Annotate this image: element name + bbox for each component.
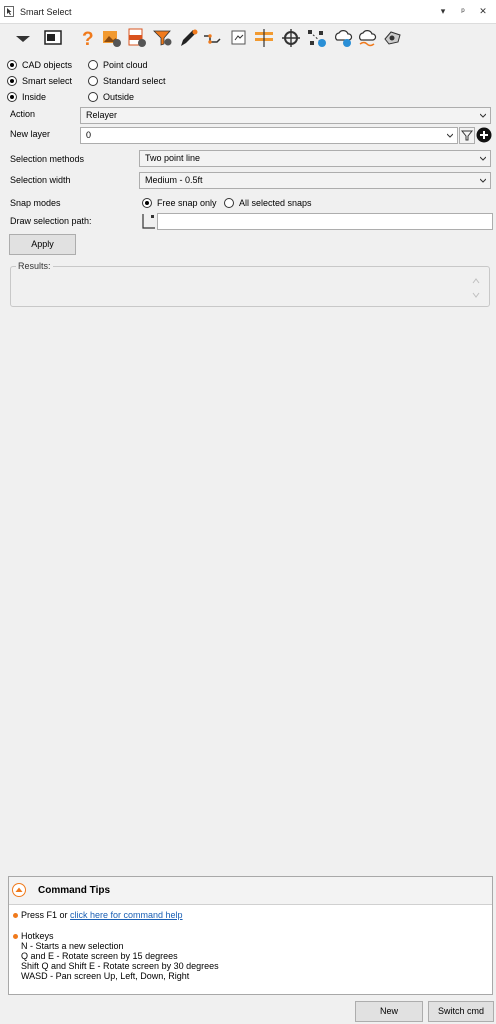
app-icon <box>4 6 14 17</box>
command-help-link[interactable]: click here for command help <box>70 910 183 920</box>
target-icon[interactable] <box>280 27 302 49</box>
radio-outside[interactable]: Outside <box>88 90 134 104</box>
radio-dot <box>7 60 17 70</box>
radio-dot <box>142 198 152 208</box>
title-bar: Smart Select ▾ ᵖ ✕ <box>0 0 496 24</box>
tip-press-f1: Press F1 or click here for command help <box>21 910 183 920</box>
tip-bullet-icon <box>13 913 18 918</box>
draw-path-label: Draw selection path: <box>10 216 92 226</box>
hotkeys-bullet-icon <box>13 934 18 939</box>
chevron-down-icon <box>447 133 453 138</box>
pick-path-icon[interactable] <box>142 213 156 229</box>
polyline-icon[interactable] <box>202 27 224 49</box>
hotkey-item: WASD - Pan screen Up, Left, Down, Right <box>21 971 190 981</box>
hotkey-item: Q and E - Rotate screen by 15 degrees <box>21 951 178 961</box>
hotkey-item: N - Starts a new selection <box>21 941 124 951</box>
chevron-down-icon <box>480 113 486 118</box>
radio-dot <box>7 76 17 86</box>
draw-path-input[interactable] <box>157 213 493 230</box>
pdf-settings-icon[interactable] <box>126 27 148 49</box>
pen-icon[interactable] <box>177 27 199 49</box>
selection-width-label: Selection width <box>10 175 71 185</box>
window-menu-button[interactable]: ▾ <box>436 4 450 18</box>
pin-button[interactable]: ᵖ <box>456 4 470 18</box>
radio-dot <box>88 76 98 86</box>
selection-width-select[interactable]: Medium - 0.5ft <box>139 172 491 189</box>
chevron-down-icon <box>480 156 486 161</box>
hotkey-item: Shift Q and Shift E - Rotate screen by 3… <box>21 961 219 971</box>
hotkeys-list: N - Starts a new selection Q and E - Rot… <box>21 941 219 981</box>
selection-points-icon[interactable] <box>306 27 328 49</box>
command-tips-header[interactable]: Command Tips <box>9 877 492 905</box>
cloud-add-icon[interactable] <box>332 27 354 49</box>
apply-button[interactable]: Apply <box>9 234 76 255</box>
snap-modes-label: Snap modes <box>10 198 61 208</box>
selection-methods-select[interactable]: Two point line <box>139 150 491 167</box>
funnel-settings-icon[interactable] <box>152 27 174 49</box>
hotkeys-title: Hotkeys <box>21 931 54 941</box>
image-settings-icon[interactable] <box>101 27 123 49</box>
cloud-settings-icon[interactable] <box>381 27 403 49</box>
chevron-down-icon <box>480 178 486 183</box>
radio-smart-select[interactable]: Smart select <box>7 74 72 88</box>
command-tips-title: Command Tips <box>38 885 111 896</box>
radio-dot <box>7 92 17 102</box>
ruler-layers-icon[interactable] <box>253 27 275 49</box>
add-layer-icon[interactable] <box>476 127 492 143</box>
bottom-bar: New Switch cmd <box>0 998 496 1024</box>
radio-dot <box>224 198 234 208</box>
help-icon[interactable]: ? <box>77 27 99 49</box>
results-label: Results: <box>16 261 53 271</box>
results-box: Results: <box>10 261 490 307</box>
radio-all-selected-snaps[interactable]: All selected snaps <box>224 196 312 210</box>
radio-point-cloud[interactable]: Point cloud <box>88 58 148 72</box>
screen-icon[interactable] <box>42 27 64 49</box>
command-tips-panel: Command Tips Press F1 or click here for … <box>8 876 493 995</box>
radio-dot <box>88 92 98 102</box>
radio-inside[interactable]: Inside <box>7 90 46 104</box>
switch-cmd-button[interactable]: Switch cmd <box>428 1001 494 1022</box>
radio-cad-objects[interactable]: CAD objects <box>7 58 72 72</box>
filter-icon[interactable] <box>459 127 475 144</box>
toolbar: ? <box>0 24 496 53</box>
new-layer-select[interactable]: 0 <box>80 127 458 144</box>
window-title: Smart Select <box>20 7 72 17</box>
radio-standard-select[interactable]: Standard select <box>88 74 166 88</box>
close-button[interactable]: ✕ <box>476 4 490 18</box>
scan-icon[interactable] <box>228 27 250 49</box>
svg-text:?: ? <box>82 29 94 49</box>
action-select[interactable]: Relayer <box>80 107 491 124</box>
results-scroll-icon[interactable] <box>472 277 480 299</box>
dropdown-arrow-icon[interactable] <box>12 27 34 49</box>
action-label: Action <box>10 109 36 119</box>
new-layer-label: New layer <box>10 129 51 139</box>
radio-dot <box>88 60 98 70</box>
new-button[interactable]: New <box>355 1001 423 1022</box>
cloud-add-2-icon[interactable] <box>356 27 378 49</box>
radio-free-snap-only[interactable]: Free snap only <box>142 196 217 210</box>
collapse-up-icon[interactable] <box>12 883 26 897</box>
selection-methods-label: Selection methods <box>10 154 85 164</box>
